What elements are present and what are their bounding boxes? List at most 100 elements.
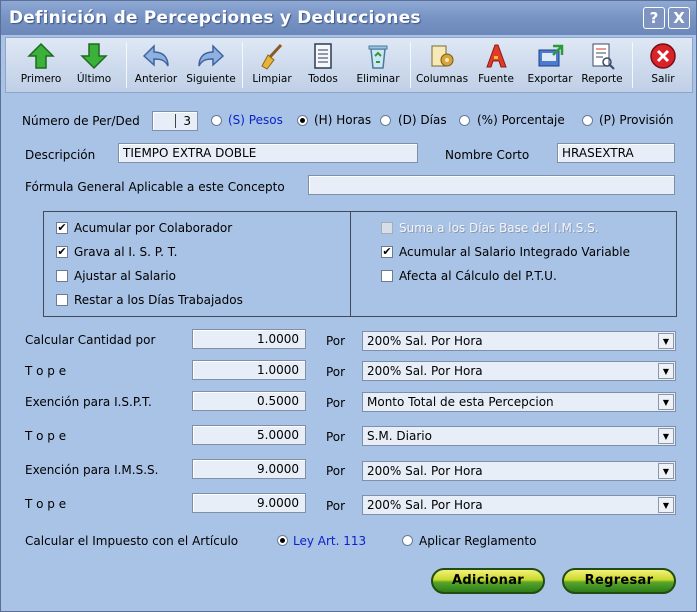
title-bar: Definición de Percepciones y Deducciones… [1, 1, 696, 35]
unit-pesos-radio[interactable] [211, 115, 222, 126]
eliminar-button[interactable]: Eliminar [352, 40, 404, 92]
salir-button[interactable]: Salir [638, 40, 688, 92]
aplicar-reglamento-radio[interactable] [402, 535, 413, 546]
calc-row-value[interactable]: 0.5000 [192, 391, 306, 411]
acumular-sal-int-label: Acumular al Salario Integrado Variable [399, 245, 631, 259]
arrow-down-icon [80, 43, 108, 70]
dialog-window: Definición de Percepciones y Deducciones… [0, 0, 697, 612]
unit-dias-label: (D) Días [398, 113, 447, 127]
restar-dias-checkbox[interactable] [56, 294, 68, 306]
calc-row-select-value: 200% Sal. Por Hora [367, 464, 483, 478]
calc-row-select[interactable]: S.M. Diario ▼ [362, 426, 676, 446]
afecta-ptu-label: Afecta al Cálculo del P.T.U. [399, 269, 557, 283]
descripcion-label: Descripción [25, 148, 96, 162]
fuente-button[interactable]: Fuente [472, 40, 520, 92]
suma-dias-imss-checkbox[interactable] [381, 222, 393, 234]
afecta-ptu-checkbox[interactable] [381, 270, 393, 282]
recycle-bin-icon [368, 45, 388, 69]
calc-row-label: T o p e [25, 497, 67, 511]
nombre-corto-field[interactable]: HRASEXTRA [557, 143, 675, 163]
calc-row-select[interactable]: 200% Sal. Por Hora ▼ [362, 331, 676, 351]
acumular-colaborador-label: Acumular por Colaborador [74, 221, 233, 235]
descripcion-field[interactable]: TIEMPO EXTRA DOBLE [118, 143, 418, 163]
reporte-label: Reporte [581, 73, 623, 85]
report-icon [592, 43, 615, 70]
chevron-down-icon[interactable]: ▼ [658, 428, 674, 444]
calc-row-select[interactable]: 200% Sal. Por Hora ▼ [362, 461, 676, 481]
calc-row-select[interactable]: 200% Sal. Por Hora ▼ [362, 361, 676, 381]
chevron-down-icon[interactable]: ▼ [658, 497, 674, 513]
salir-label: Salir [651, 73, 675, 85]
list-document-icon [314, 43, 332, 69]
anterior-button[interactable]: Anterior [130, 40, 182, 92]
por-label: Por [326, 365, 346, 379]
chevron-down-icon[interactable]: ▼ [658, 394, 674, 410]
numero-label: Número de Per/Ded [22, 114, 140, 128]
chevron-down-icon[interactable]: ▼ [658, 333, 674, 349]
ley-art-radio[interactable] [277, 535, 288, 546]
unit-horas-radio[interactable] [297, 115, 308, 126]
formula-field[interactable] [308, 175, 675, 195]
ajustar-salario-checkbox[interactable] [56, 270, 68, 282]
unit-porcentaje-radio[interactable] [459, 115, 470, 126]
font-icon [486, 44, 507, 68]
por-label: Por [326, 499, 346, 513]
calc-row-label: Exención para I.M.S.S. [25, 463, 159, 477]
adicionar-button[interactable]: Adicionar [431, 568, 545, 594]
reporte-button[interactable]: Reporte [578, 40, 626, 92]
acumular-colaborador-checkbox[interactable]: ✔ [56, 222, 68, 234]
restar-dias-label: Restar a los Días Trabajados [74, 293, 243, 307]
calc-row-label: Calcular Cantidad por [25, 333, 156, 347]
grava-ispt-checkbox[interactable]: ✔ [56, 246, 68, 258]
por-label: Por [326, 396, 346, 410]
calc-row-select-value: S.M. Diario [367, 429, 432, 443]
chevron-down-icon[interactable]: ▼ [658, 363, 674, 379]
calc-row-value[interactable]: 1.0000 [192, 360, 306, 380]
calc-row-value[interactable]: 9.0000 [192, 493, 306, 513]
close-button[interactable]: X [668, 7, 690, 29]
limpiar-button[interactable]: Limpiar [246, 40, 298, 92]
calc-row-value[interactable]: 1.0000 [192, 329, 306, 349]
por-label: Por [326, 464, 346, 478]
help-button[interactable]: ? [643, 7, 665, 29]
suma-dias-imss-label: Suma a los Días Base del I.M.S.S. [399, 221, 599, 235]
acumular-sal-int-checkbox[interactable]: ✔ [381, 246, 393, 258]
calc-row-value[interactable]: 5.0000 [192, 425, 306, 445]
ultimo-button[interactable]: Último [68, 40, 120, 92]
anterior-label: Anterior [134, 73, 178, 85]
unit-pesos-label: (S) Pesos [228, 113, 283, 127]
todos-button[interactable]: Todos [300, 40, 346, 92]
arrow-up-icon [27, 42, 55, 69]
exit-icon [650, 43, 676, 69]
eliminar-label: Eliminar [356, 73, 400, 85]
calc-row-select-value: 200% Sal. Por Hora [367, 334, 483, 348]
calc-row-select[interactable]: 200% Sal. Por Hora ▼ [362, 495, 676, 515]
numero-field-divider [175, 114, 176, 128]
toolbar-separator [242, 42, 243, 88]
por-label: Por [326, 334, 346, 348]
ajustar-salario-label: Ajustar al Salario [74, 269, 176, 283]
primero-button[interactable]: Primero [12, 40, 70, 92]
export-icon [538, 44, 564, 67]
calc-row-select[interactable]: Monto Total de esta Percepcion ▼ [362, 392, 676, 412]
chevron-down-icon[interactable]: ▼ [658, 463, 674, 479]
regresar-button[interactable]: Regresar [562, 568, 676, 594]
columnas-label: Columnas [415, 73, 469, 85]
impuesto-label: Calcular el Impuesto con el Artículo [25, 534, 239, 548]
arrow-left-icon [142, 44, 169, 67]
por-label: Por [326, 430, 346, 444]
columns-settings-icon [431, 45, 454, 67]
todos-label: Todos [308, 73, 338, 85]
calc-row-label: T o p e [25, 429, 67, 443]
broom-icon [261, 43, 283, 70]
exportar-button[interactable]: Exportar [524, 40, 576, 92]
grava-ispt-label: Grava al I. S. P. T. [74, 245, 178, 259]
unit-provision-radio[interactable] [582, 115, 593, 126]
ultimo-label: Último [76, 73, 112, 85]
columnas-button[interactable]: Columnas [414, 40, 470, 92]
toolbar-separator [410, 42, 411, 88]
siguiente-button[interactable]: Siguiente [184, 40, 238, 92]
unit-dias-radio[interactable] [380, 115, 391, 126]
unit-porcentaje-label: (%) Porcentaje [477, 113, 565, 127]
calc-row-value[interactable]: 9.0000 [192, 459, 306, 479]
